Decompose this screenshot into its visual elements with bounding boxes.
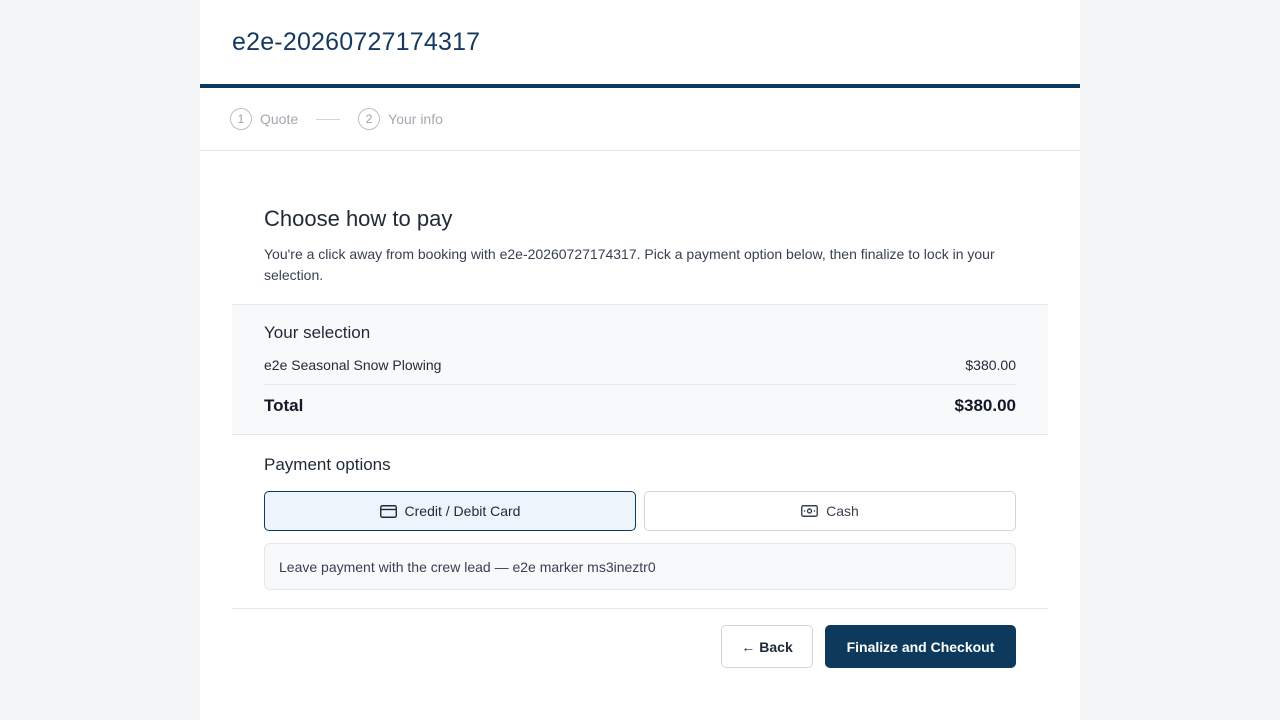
credit-card-icon (379, 504, 397, 518)
selection-summary: Your selection e2e Seasonal Snow Plowing… (232, 304, 1048, 435)
step-number: 1 (230, 108, 252, 130)
finalize-checkout-button[interactable]: Finalize and Checkout (825, 625, 1016, 668)
step-number: 2 (358, 108, 381, 130)
line-item-price: $380.00 (965, 357, 1016, 373)
payment-option-label: Credit / Debit Card (404, 503, 521, 519)
booking-page: e2e-20260727174317 1 Quote 2 Your info C… (200, 0, 1080, 720)
action-bar: ← Back Finalize and Checkout (232, 609, 1048, 668)
step-separator (316, 118, 341, 120)
selection-title: Your selection (264, 323, 371, 342)
arrow-left-icon: ← (741, 638, 756, 655)
payment-note: Leave payment with the crew lead — e2e m… (264, 543, 1016, 590)
total-row: Total $380.00 (264, 396, 1016, 416)
page-heading: Choose how to pay (264, 206, 453, 231)
back-button-label: Back (759, 638, 793, 655)
total-label: Total (264, 396, 304, 415)
header: e2e-20260727174317 (200, 0, 1080, 88)
total-value: $380.00 (954, 396, 1016, 415)
payment-section: Payment options Credit / Debit Card Cash… (232, 435, 1048, 609)
back-button[interactable]: ← Back (721, 625, 813, 668)
step-indicator: 1 Quote 2 Your info (200, 88, 1080, 151)
payment-title: Payment options (264, 455, 391, 474)
step-label: Your info (388, 111, 443, 127)
payment-option-label: Cash (826, 503, 859, 519)
intro-text: You're a click away from booking with e2… (264, 246, 995, 283)
line-item-name: e2e Seasonal Snow Plowing (264, 357, 442, 373)
payment-option-card[interactable]: Credit / Debit Card (264, 491, 636, 531)
step-your-info[interactable]: 2 Your info (358, 108, 443, 130)
intro-section: Choose how to pay You're a click away fr… (232, 206, 1048, 286)
selection-line-item: e2e Seasonal Snow Plowing $380.00 (264, 357, 1016, 385)
cash-icon (801, 505, 819, 517)
step-label: Quote (260, 111, 299, 127)
business-title: e2e-20260727174317 (232, 28, 481, 56)
payment-options: Credit / Debit Card Cash (264, 491, 1016, 531)
main-content: Choose how to pay You're a click away fr… (200, 151, 1080, 668)
step-quote[interactable]: 1 Quote (230, 108, 298, 130)
payment-option-cash[interactable]: Cash (644, 491, 1016, 531)
